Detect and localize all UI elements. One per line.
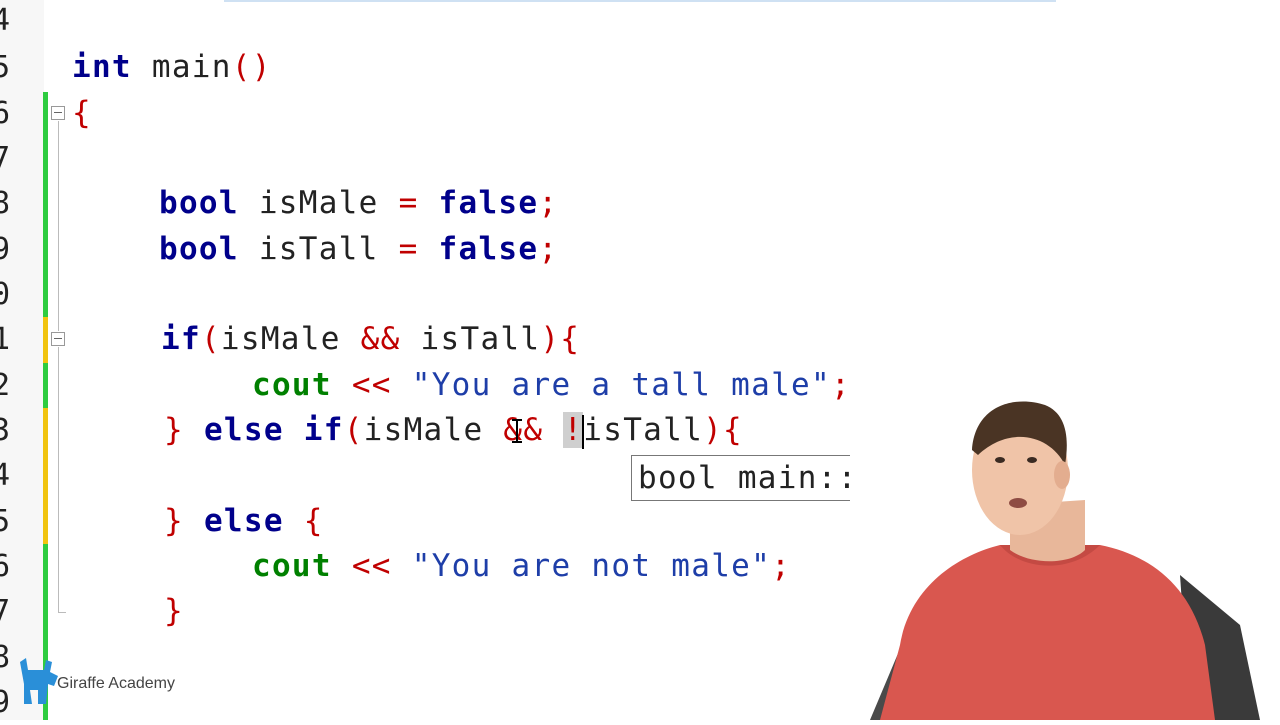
modified-change-bar — [43, 317, 48, 363]
line-number: 8 — [0, 186, 11, 221]
string-literal: "You are not male" — [411, 548, 772, 584]
fold-end — [58, 612, 66, 613]
paren: ){ — [703, 412, 744, 448]
line-number: 6 — [0, 549, 11, 584]
paren: ){ — [540, 321, 581, 357]
modified-change-bar — [43, 408, 48, 544]
presenter-webcam-image — [850, 395, 1280, 720]
keyword: else — [203, 503, 284, 539]
close-brace: } — [164, 593, 184, 629]
line-number-gutter: 4 5 6 7 8 9 0 1 2 3 4 5 6 7 8 9 — [0, 0, 44, 720]
code-line-15[interactable]: } else { — [164, 499, 324, 544]
semicolon: ; — [538, 185, 559, 221]
operator: = — [398, 231, 419, 267]
fold-guide — [58, 347, 59, 612]
paren: ( — [343, 412, 364, 448]
code-line-12[interactable]: cout << "You are a tall male"; — [252, 363, 851, 408]
line-number: 7 — [0, 141, 11, 176]
line-number: 4 — [0, 3, 11, 38]
cout-keyword: cout — [252, 548, 332, 584]
operator: << — [351, 548, 392, 584]
ibeam-cursor-icon — [512, 419, 522, 443]
keyword: int — [72, 49, 132, 85]
cout-keyword: cout — [252, 367, 332, 403]
line-number: 5 — [0, 50, 11, 85]
line-number: 1 — [0, 322, 11, 357]
line-number: 5 — [0, 504, 11, 539]
paren: ( — [200, 321, 221, 357]
identifier: isMale — [363, 412, 504, 448]
line-number: 4 — [0, 458, 11, 493]
editor-top-indicator — [224, 0, 1056, 2]
line-number: 2 — [0, 368, 11, 403]
watermark-text: Giraffe Academy — [57, 675, 175, 692]
semicolon: ; — [830, 367, 851, 403]
open-brace: { — [72, 95, 92, 131]
keyword: else if — [203, 412, 344, 448]
identifier: isTall — [400, 321, 541, 357]
fold-guide — [58, 121, 59, 331]
giraffe-logo-icon — [20, 658, 58, 704]
close-brace: } — [164, 503, 184, 539]
identifier: isMale — [220, 321, 361, 357]
operator: << — [351, 367, 392, 403]
code-line-13[interactable]: } else if(isMale && !isTall){ — [164, 408, 743, 453]
code-line-9[interactable]: bool isTall = false; — [159, 227, 558, 272]
fold-toggle-icon[interactable] — [51, 106, 65, 120]
identifier: main — [131, 49, 232, 85]
semicolon: ; — [538, 231, 559, 267]
code-line-16[interactable]: cout << "You are not male"; — [252, 544, 791, 589]
keyword: bool — [159, 185, 239, 221]
code-line-8[interactable]: bool isMale = false; — [159, 181, 558, 226]
line-number: 0 — [0, 277, 11, 312]
identifier: isMale — [238, 185, 399, 221]
line-number: 9 — [0, 232, 11, 267]
code-line-17[interactable]: } — [164, 589, 184, 634]
not-operator: ! — [563, 412, 584, 448]
line-number: 3 — [0, 413, 11, 448]
saved-change-bar — [43, 92, 48, 317]
identifier: isTall — [238, 231, 399, 267]
code-line-6[interactable]: { — [72, 91, 92, 136]
code-line-11[interactable]: if(isMale && isTall){ — [161, 317, 580, 362]
literal: false — [438, 231, 539, 267]
paren: () — [231, 49, 272, 85]
close-brace: } — [164, 412, 184, 448]
literal: false — [438, 185, 539, 221]
fold-toggle-icon[interactable] — [51, 332, 65, 346]
semicolon: ; — [771, 548, 792, 584]
line-number: 7 — [0, 594, 11, 629]
code-line-5[interactable]: int main() — [72, 45, 272, 90]
string-literal: "You are a tall male" — [411, 367, 831, 403]
identifier: isTall — [583, 412, 704, 448]
line-number: 6 — [0, 96, 11, 131]
keyword: bool — [159, 231, 239, 267]
open-brace: { — [303, 503, 324, 539]
saved-change-bar — [43, 363, 48, 408]
operator: = — [398, 185, 419, 221]
keyword: if — [161, 321, 201, 357]
operator: && — [360, 321, 401, 357]
